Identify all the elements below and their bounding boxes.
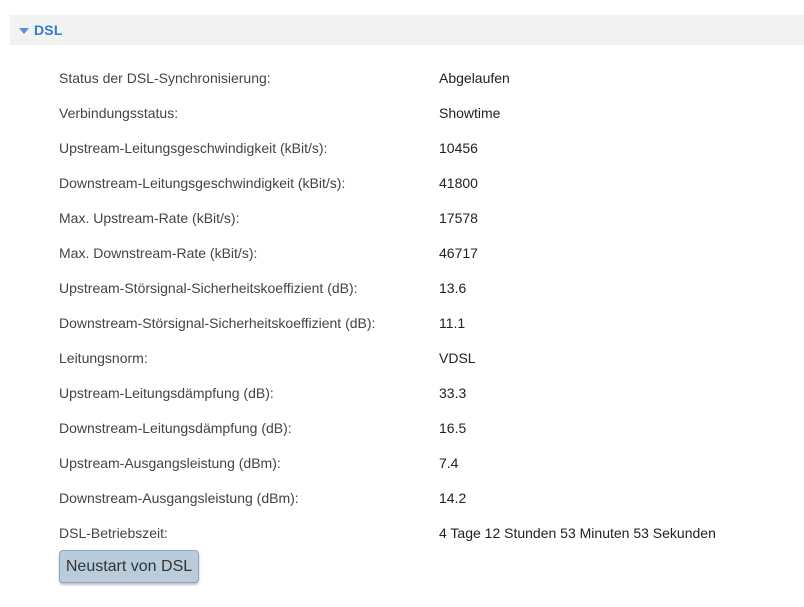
dsl-info-table: Status der DSL-Synchronisierung: Abgelau… (59, 60, 799, 550)
row-label: Upstream-Leitungsdämpfung (dB): (59, 384, 274, 401)
info-row-downstream-line-speed: Downstream-Leitungsgeschwindigkeit (kBit… (59, 165, 799, 200)
row-value: 33.3 (439, 384, 467, 401)
row-label: Upstream-Störsignal-Sicherheitskoeffizie… (59, 279, 358, 296)
info-row-upstream-output-power: Upstream-Ausgangsleistung (dBm): 7.4 (59, 445, 799, 480)
row-value: 17578 (439, 209, 478, 226)
row-label: Max. Upstream-Rate (kBit/s): (59, 209, 240, 226)
info-row-dsl-uptime: DSL-Betriebszeit: 4 Tage 12 Stunden 53 M… (59, 515, 799, 550)
info-row-downstream-attenuation: Downstream-Leitungsdämpfung (dB): 16.5 (59, 410, 799, 445)
row-label: Max. Downstream-Rate (kBit/s): (59, 244, 258, 261)
row-value: Showtime (439, 104, 501, 121)
row-value: 16.5 (439, 419, 467, 436)
row-value: 41800 (439, 174, 478, 191)
info-row-upstream-noise-margin: Upstream-Störsignal-Sicherheitskoeffizie… (59, 270, 799, 305)
section-title: DSL (34, 22, 63, 38)
row-value: 13.6 (439, 279, 467, 296)
info-row-upstream-line-speed: Upstream-Leitungsgeschwindigkeit (kBit/s… (59, 130, 799, 165)
row-label: Downstream-Ausgangsleistung (dBm): (59, 489, 299, 506)
info-row-max-downstream-rate: Max. Downstream-Rate (kBit/s): 46717 (59, 235, 799, 270)
row-value: 11.1 (439, 314, 466, 331)
restart-dsl-button[interactable]: Neustart von DSL (59, 550, 199, 583)
row-label: Upstream-Leitungsgeschwindigkeit (kBit/s… (59, 139, 328, 156)
row-value: 46717 (439, 244, 478, 261)
row-value: Abgelaufen (439, 69, 510, 86)
triangle-down-icon[interactable] (19, 28, 29, 34)
row-value: 7.4 (439, 454, 459, 471)
info-row-max-upstream-rate: Max. Upstream-Rate (kBit/s): 17578 (59, 200, 799, 235)
dsl-section-header[interactable]: DSL (10, 15, 804, 45)
info-row-line-standard: Leitungsnorm: VDSL (59, 340, 799, 375)
row-value: 10456 (439, 139, 478, 156)
row-value: VDSL (439, 349, 476, 366)
row-label: Verbindungsstatus: (59, 104, 179, 121)
info-row-downstream-noise-margin: Downstream-Störsignal-Sicherheitskoeffiz… (59, 305, 799, 340)
info-row-connection-status: Verbindungsstatus: Showtime (59, 95, 799, 130)
row-value: 14.2 (439, 489, 467, 506)
info-row-downstream-output-power: Downstream-Ausgangsleistung (dBm): 14.2 (59, 480, 799, 515)
info-row-sync-status: Status der DSL-Synchronisierung: Abgelau… (59, 60, 799, 95)
row-value: 4 Tage 12 Stunden 53 Minuten 53 Sekunden (439, 524, 716, 541)
row-label: Downstream-Störsignal-Sicherheitskoeffiz… (59, 314, 376, 331)
info-row-upstream-attenuation: Upstream-Leitungsdämpfung (dB): 33.3 (59, 375, 799, 410)
row-label: Downstream-Leitungsdämpfung (dB): (59, 419, 292, 436)
row-label: Leitungsnorm: (59, 349, 148, 366)
row-label: Status der DSL-Synchronisierung: (59, 69, 271, 86)
row-label: Downstream-Leitungsgeschwindigkeit (kBit… (59, 174, 346, 191)
row-label: DSL-Betriebszeit: (59, 524, 168, 541)
row-label: Upstream-Ausgangsleistung (dBm): (59, 454, 281, 471)
